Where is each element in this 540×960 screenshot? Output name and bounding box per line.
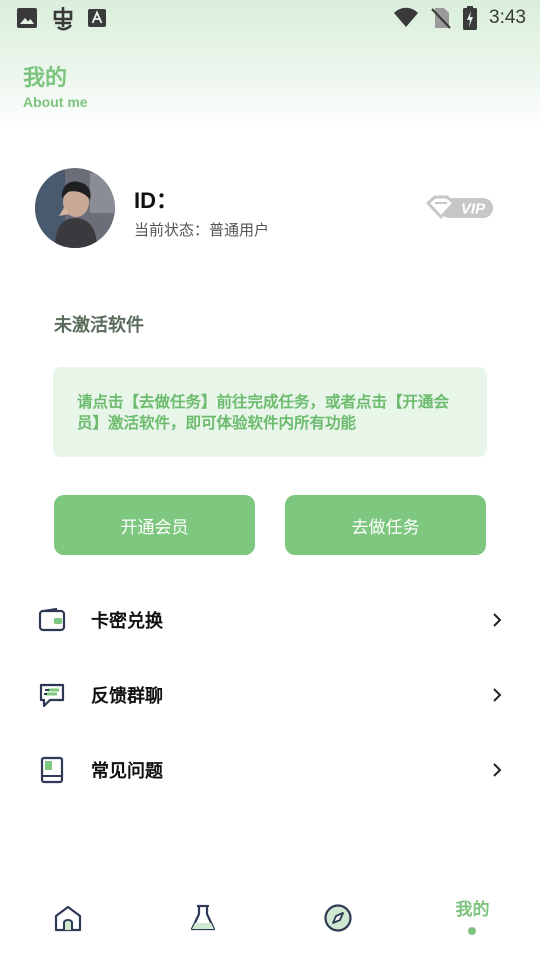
status-time: 3:43 — [489, 7, 526, 28]
status-label: 当前状态： — [134, 221, 210, 239]
chevron-right-icon — [490, 686, 504, 704]
status-bar: 3:43 — [0, 0, 540, 36]
no-sim-icon — [431, 7, 451, 29]
battery-charging-icon — [463, 6, 478, 30]
nav-tab-lab[interactable] — [135, 880, 270, 960]
vip-badge: VIP — [426, 195, 494, 225]
avatar[interactable] — [35, 168, 115, 248]
nav-tab-discover[interactable] — [270, 880, 405, 960]
page-title: 我的 — [23, 66, 68, 91]
bug-icon — [50, 5, 76, 31]
menu-item-redeem-code[interactable]: 卡密兑换 — [0, 590, 540, 650]
menu-label: 常见问题 — [91, 761, 163, 782]
open-vip-button[interactable]: 开通会员 — [54, 495, 255, 555]
vip-badge-text: VIP — [461, 201, 486, 218]
nav-tab-home[interactable] — [0, 880, 135, 960]
nav-label-me: 我的 — [455, 900, 490, 920]
chat-icon — [38, 681, 66, 709]
wifi-icon — [393, 7, 419, 29]
activation-title: 未激活软件 — [54, 315, 144, 336]
chevron-right-icon — [490, 761, 504, 779]
active-indicator-dot — [468, 927, 476, 935]
menu-label: 卡密兑换 — [91, 611, 163, 632]
page-subtitle: About me — [23, 94, 88, 110]
menu-item-feedback-group[interactable]: 反馈群聊 — [0, 665, 540, 725]
home-icon — [53, 903, 83, 937]
nav-tab-me[interactable]: 我的 — [405, 880, 540, 960]
do-task-button[interactable]: 去做任务 — [285, 495, 486, 555]
menu-item-faq[interactable]: 常见问题 — [0, 740, 540, 800]
compass-icon — [323, 903, 353, 937]
menu-label: 反馈群聊 — [91, 686, 163, 707]
activation-notice: 请点击【去做任务】前往完成任务，或者点击【开通会员】激活软件，即可体验软件内所有… — [53, 367, 487, 457]
profile-page: 3:43 我的 About me ID： 当前状态：普通用户 VIP 未激活软件… — [0, 0, 540, 960]
font-icon — [88, 9, 106, 27]
image-icon — [16, 7, 38, 29]
flask-icon — [188, 903, 218, 937]
bottom-nav: 我的 — [0, 880, 540, 960]
user-status: 当前状态：普通用户 — [134, 219, 269, 240]
wallet-icon — [38, 606, 66, 634]
book-icon — [38, 756, 66, 784]
status-value: 普通用户 — [209, 221, 270, 239]
notice-text: 请点击【去做任务】前往完成任务，或者点击【开通会员】激活软件，即可体验软件内所有… — [77, 393, 450, 432]
chevron-right-icon — [490, 611, 504, 629]
user-id: ID： — [134, 188, 179, 213]
